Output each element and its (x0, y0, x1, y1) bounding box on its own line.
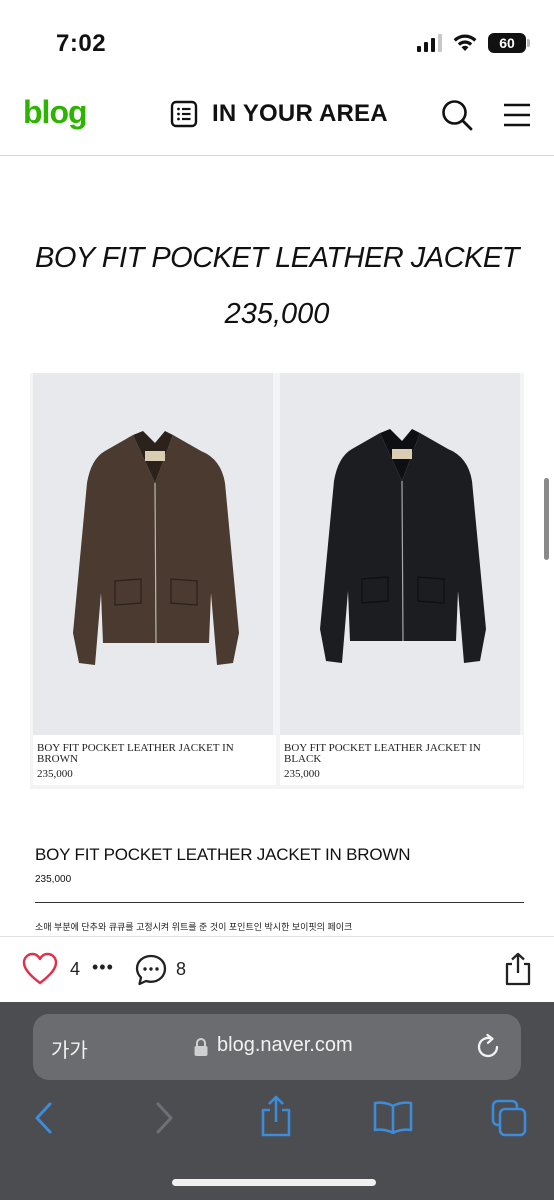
browser-toolbar: 가가 blog.naver.com (0, 1002, 554, 1200)
blog-header: blog IN YOUR AREA (0, 80, 554, 156)
product-image[interactable]: BOY FIT POCKET LEATHER JACKET IN BROWN 2… (30, 373, 524, 940)
wifi-icon (453, 34, 477, 51)
list-icon (170, 100, 198, 128)
detail-description: 소매 부분에 단추와 큐큐를 고정시켜 위트를 준 것이 포인트인 박시한 보이… (35, 922, 353, 932)
status-icons: 60 (417, 33, 530, 53)
blog-title: IN YOUR AREA (212, 100, 388, 127)
product-price: 235,000 (284, 768, 320, 780)
detail-product-price: 235,000 (35, 874, 72, 885)
reload-icon[interactable] (473, 1032, 503, 1062)
product-photo-brown (33, 373, 273, 735)
cellular-signal-icon (417, 34, 442, 52)
jacket-image (320, 429, 486, 663)
more-options-button[interactable]: ••• (92, 957, 114, 978)
battery-icon: 60 (488, 33, 530, 53)
product-name: BOY FIT POCKET LEATHER JACKET IN BROWN (37, 742, 234, 765)
product-card-black: BOY FIT POCKET LEATHER JACKET IN BLACK 2… (280, 373, 523, 785)
scrollbar[interactable] (544, 478, 549, 560)
divider (35, 902, 524, 903)
status-bar: 7:02 60 (0, 0, 554, 80)
product-price: 235,000 (37, 768, 73, 780)
bookmarks-icon[interactable] (372, 1100, 414, 1134)
home-indicator[interactable] (172, 1179, 376, 1186)
heart-icon[interactable] (22, 952, 58, 986)
forward-icon[interactable] (150, 1098, 178, 1138)
status-time: 7:02 (56, 30, 107, 57)
product-card-brown: BOY FIT POCKET LEATHER JACKET IN BROWN 2… (33, 373, 276, 785)
menu-icon[interactable] (502, 100, 532, 130)
detail-product-name: BOY FIT POCKET LEATHER JACKET IN BROWN (35, 845, 411, 864)
post-price: 235,000 (224, 298, 330, 330)
tabs-icon[interactable] (490, 1098, 528, 1138)
blog-title-group[interactable]: IN YOUR AREA (170, 100, 388, 128)
jacket-image (73, 431, 239, 665)
blog-logo[interactable]: blog (23, 94, 88, 131)
comment-icon[interactable] (134, 953, 168, 987)
post-title: BOY FIT POCKET LEATHER JACKET (35, 242, 519, 274)
search-icon[interactable] (440, 98, 474, 132)
comment-count[interactable]: 8 (176, 959, 186, 980)
back-icon[interactable] (30, 1098, 58, 1138)
text-size-button[interactable]: 가가 (51, 1034, 88, 1063)
product-caption: BOY FIT POCKET LEATHER JACKET IN BROWN 2… (33, 735, 276, 785)
product-photo-black (280, 373, 520, 735)
product-name: BOY FIT POCKET LEATHER JACKET IN BLACK (284, 742, 481, 765)
lock-icon (194, 1038, 208, 1056)
post-action-bar: 4 ••• 8 (0, 936, 554, 1002)
share-icon[interactable] (258, 1094, 294, 1138)
product-caption: BOY FIT POCKET LEATHER JACKET IN BLACK 2… (280, 735, 523, 785)
url-text[interactable]: blog.naver.com (217, 1034, 353, 1057)
address-bar[interactable]: 가가 blog.naver.com (33, 1014, 521, 1080)
product-detail-panel: BOY FIT POCKET LEATHER JACKET IN BROWN 2… (30, 789, 524, 940)
like-count[interactable]: 4 (70, 959, 80, 980)
share-icon[interactable] (502, 951, 534, 987)
